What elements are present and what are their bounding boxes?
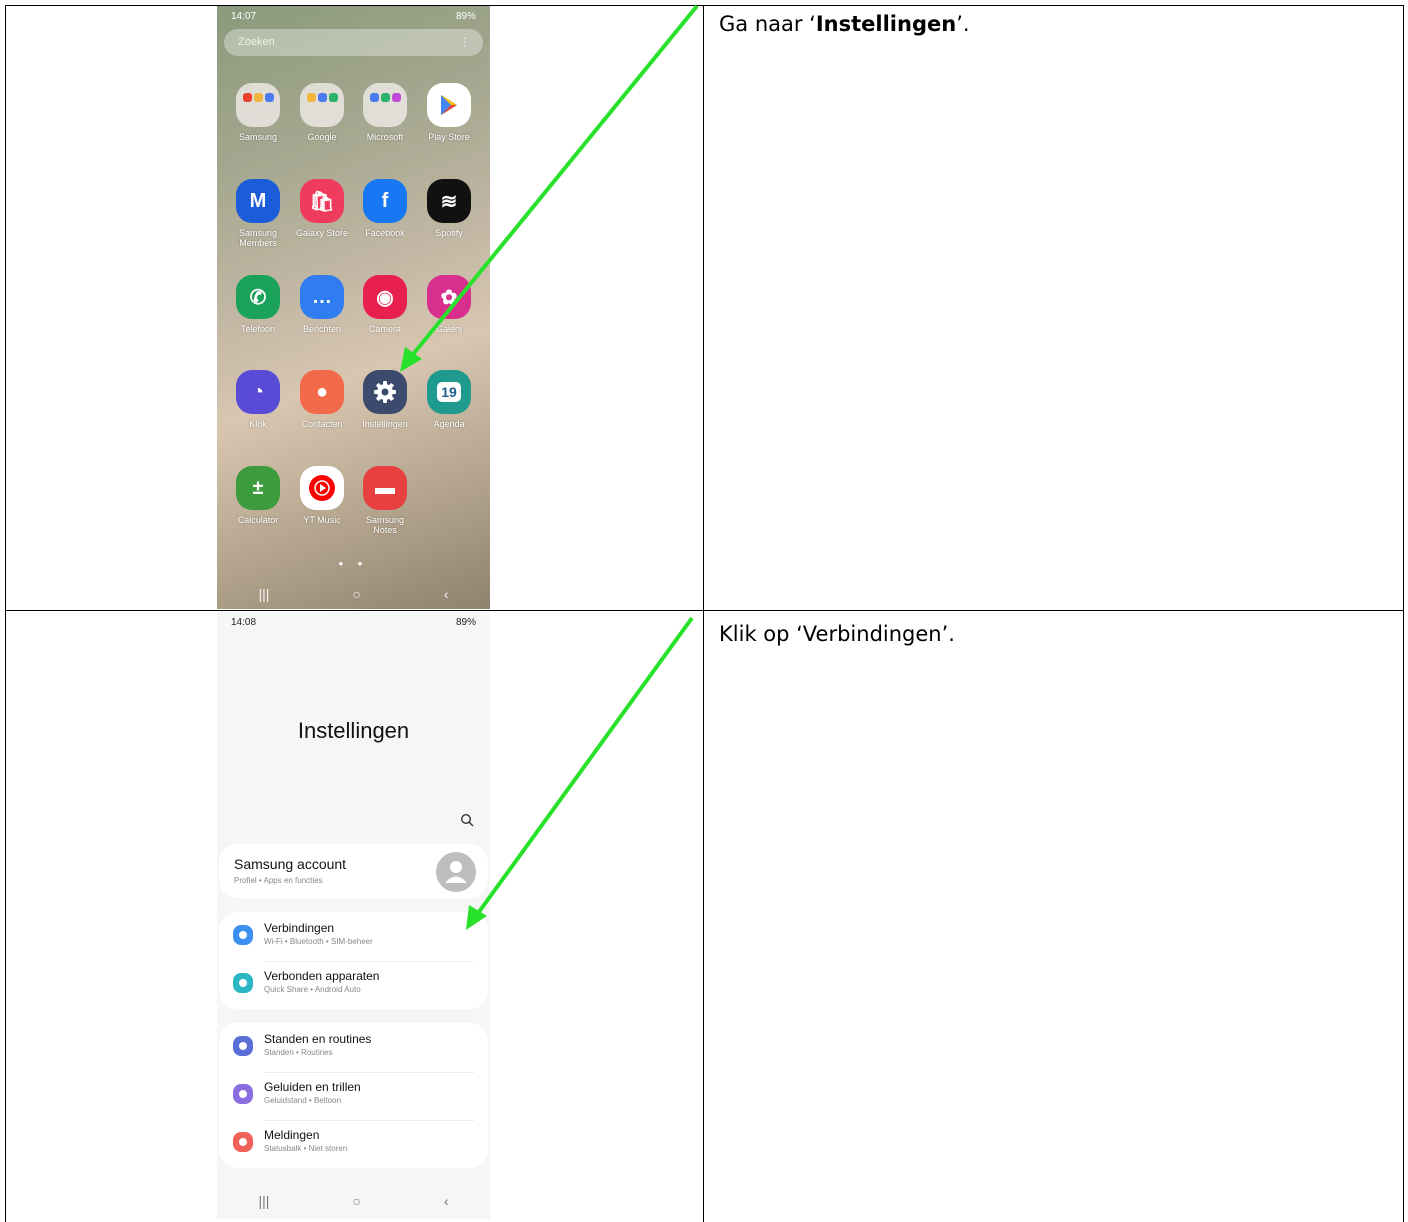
annotation-arrows bbox=[400, 4, 699, 930]
arrow-to-verbindingen bbox=[466, 616, 694, 930]
arrow-to-instellingen bbox=[400, 4, 699, 372]
